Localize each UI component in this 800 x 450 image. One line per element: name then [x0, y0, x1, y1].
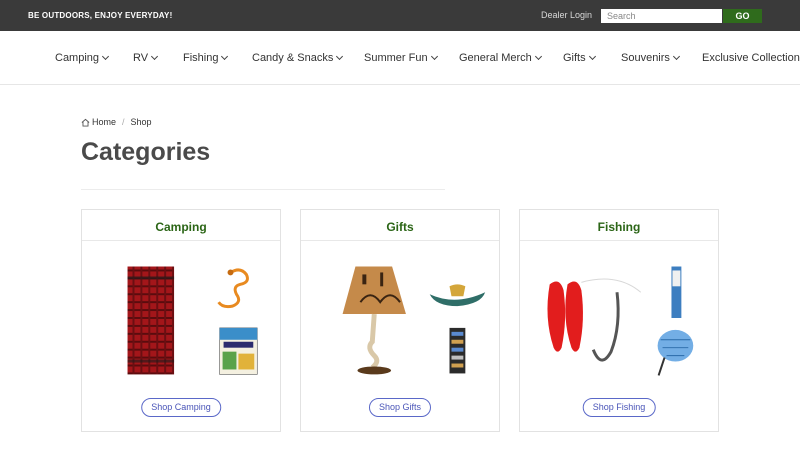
- card-title[interactable]: Fishing: [520, 210, 718, 241]
- dealer-login-link[interactable]: Dealer Login: [541, 10, 592, 20]
- nav-item-label: Souvenirs: [621, 52, 670, 64]
- chevron-down-icon: [672, 52, 680, 61]
- nav-item-fishing[interactable]: Fishing: [183, 52, 229, 64]
- nav-item-label: Gifts: [563, 52, 586, 64]
- nav-item-gifts[interactable]: Gifts: [563, 52, 596, 64]
- search-go-button[interactable]: GO: [723, 9, 762, 23]
- nav-item-rv[interactable]: RV: [133, 52, 159, 64]
- breadcrumb-home-link[interactable]: Home: [92, 117, 116, 127]
- nav-item-general-merch[interactable]: General Merch: [459, 52, 542, 64]
- chevron-down-icon: [534, 52, 542, 61]
- camping-products-image[interactable]: [82, 242, 280, 392]
- chevron-down-icon: [101, 52, 110, 61]
- title-divider: [81, 189, 445, 190]
- nav-item-camping[interactable]: Camping: [55, 52, 110, 64]
- chevron-down-icon: [221, 52, 229, 61]
- chevron-down-icon: [588, 52, 596, 61]
- nav-item-label: Fishing: [183, 52, 219, 64]
- chevron-down-icon: [430, 52, 438, 61]
- breadcrumb-current: Shop: [130, 117, 152, 127]
- category-card-fishing: Fishing Shop Fishing: [519, 209, 719, 432]
- nav-item-label: Summer Fun: [364, 52, 428, 64]
- shop-fishing-button[interactable]: Shop Fishing: [582, 398, 656, 417]
- main-nav: Camping RV Fishing Candy & Snacks Summer…: [0, 31, 800, 85]
- gifts-products-image[interactable]: [301, 242, 499, 392]
- shop-gifts-button[interactable]: Shop Gifts: [368, 398, 432, 417]
- top-bar: BE OUTDOORS, ENJOY EVERYDAY! Dealer Logi…: [0, 0, 800, 31]
- search-input[interactable]: [601, 9, 722, 23]
- home-icon: [81, 118, 90, 127]
- chevron-down-icon: [336, 52, 344, 61]
- nav-item-souvenirs[interactable]: Souvenirs: [621, 52, 680, 64]
- card-title[interactable]: Gifts: [301, 210, 499, 241]
- breadcrumb: Home / Shop: [81, 117, 152, 127]
- breadcrumb-separator: /: [122, 117, 125, 127]
- tagline: BE OUTDOORS, ENJOY EVERYDAY!: [28, 11, 173, 20]
- category-card-gifts: Gifts Shop Gifts: [300, 209, 500, 432]
- card-title[interactable]: Camping: [82, 210, 280, 241]
- chevron-down-icon: [151, 52, 159, 61]
- nav-item-label: Candy & Snacks: [252, 52, 334, 64]
- nav-item-summer-fun[interactable]: Summer Fun: [364, 52, 438, 64]
- fishing-products-image[interactable]: [520, 242, 718, 392]
- nav-item-label: General Merch: [459, 52, 532, 64]
- nav-item-candy-snacks[interactable]: Candy & Snacks: [252, 52, 344, 64]
- page-title: Categories: [81, 138, 211, 166]
- nav-item-exclusive-collections[interactable]: Exclusive Collections: [702, 52, 800, 64]
- category-card-camping: Camping Shop Camping: [81, 209, 281, 432]
- nav-item-label: Exclusive Collections: [702, 52, 800, 64]
- nav-item-label: RV: [133, 52, 149, 64]
- nav-item-label: Camping: [55, 52, 100, 64]
- shop-camping-button[interactable]: Shop Camping: [141, 398, 221, 417]
